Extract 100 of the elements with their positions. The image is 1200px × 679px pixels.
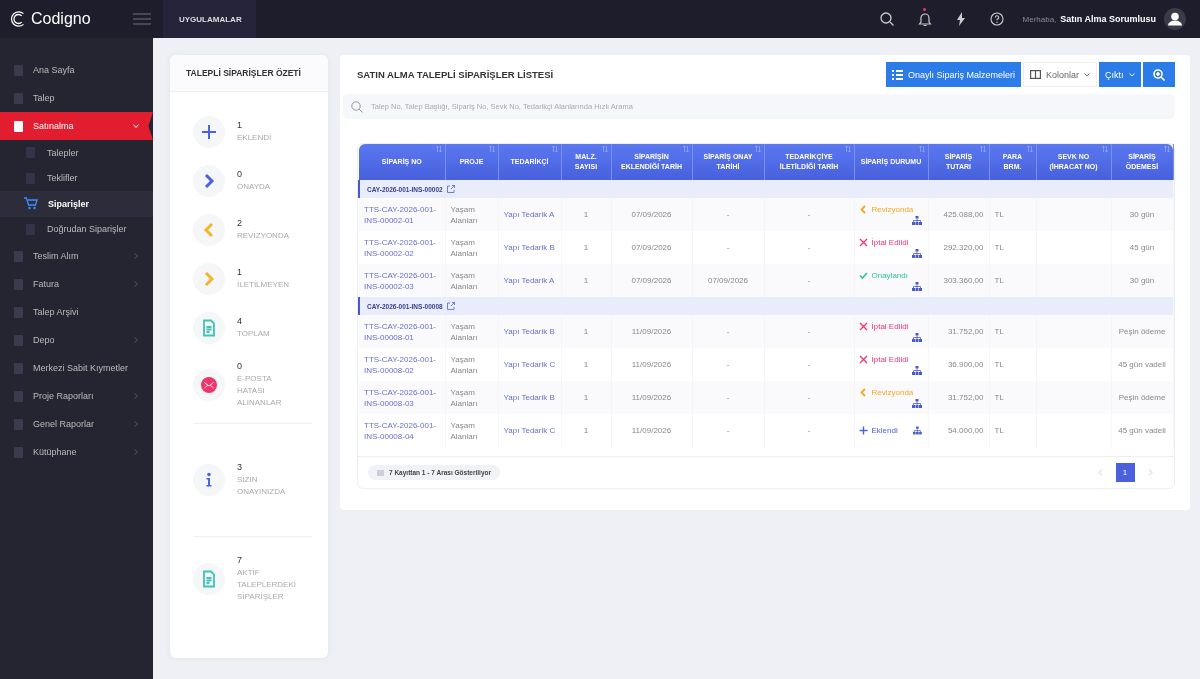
order-link[interactable]: TTS-CAY-2026-001-INS-00002-02: [364, 236, 440, 259]
nav-item[interactable]: Ana Sayfa: [0, 56, 153, 84]
hierarchy-icon[interactable]: [912, 426, 922, 435]
table-cell: 425.088,00: [928, 198, 989, 231]
table-cell: -: [764, 264, 854, 297]
order-link[interactable]: TTS-CAY-2026-001-INS-00008-02: [364, 353, 440, 376]
page-icon: [24, 146, 37, 160]
user-name: Satın Alma Sorumlusu: [1060, 14, 1156, 24]
sort-icon[interactable]: [601, 146, 608, 152]
hierarchy-icon[interactable]: [911, 333, 922, 342]
external-link-icon[interactable]: [446, 185, 455, 193]
table-cell: -: [764, 381, 854, 414]
page-icon: [12, 305, 25, 319]
sort-icon[interactable]: [488, 146, 495, 152]
table-cell: Yaşam Alanları: [445, 264, 498, 297]
table-cell: TL: [989, 198, 1036, 231]
nav-item[interactable]: Genel Raporlar: [0, 410, 153, 438]
nav-item[interactable]: Depo: [0, 326, 153, 354]
columns-button[interactable]: Kolonlar: [1022, 62, 1097, 87]
status-label: İptal Edildi: [858, 354, 909, 365]
avatar-icon[interactable]: [1164, 8, 1186, 30]
supplier-link[interactable]: Yapı Tedarik C: [503, 425, 556, 436]
table-cell: 30 gün: [1111, 264, 1173, 297]
page-icon: [12, 249, 25, 263]
nav-item[interactable]: Teslim Alım: [0, 242, 153, 270]
columns-icon: [1029, 70, 1041, 79]
page-icon: [12, 417, 25, 431]
page-icon: [12, 361, 25, 375]
nav-item[interactable]: Fatura: [0, 270, 153, 298]
count-text: 4: [237, 316, 243, 326]
nav-item[interactable]: Satınalma: [0, 112, 153, 140]
nav-item[interactable]: Kütüphane: [0, 438, 153, 466]
sort-icon[interactable]: [1026, 146, 1033, 152]
sort-icon[interactable]: [1101, 146, 1108, 152]
cross-icon: [858, 238, 868, 247]
page-icon: [12, 389, 25, 403]
order-link[interactable]: TTS-CAY-2026-001-INS-00008-04: [364, 419, 440, 442]
table-cell: 303.360,00: [928, 264, 989, 297]
table-cell: -: [764, 315, 854, 348]
page-icon: [12, 91, 25, 105]
sort-icon[interactable]: [754, 146, 761, 152]
page-icon: [12, 333, 25, 347]
zoom-button[interactable]: [1142, 62, 1175, 87]
external-link-icon[interactable]: [446, 302, 455, 310]
status-label: Revizyonda: [858, 387, 914, 398]
table-cell: -: [692, 198, 764, 231]
nav-subitem[interactable]: Siparişler: [0, 191, 153, 217]
page-icon: [24, 171, 37, 185]
status-label: Revizyonda: [858, 204, 914, 215]
approved-materials-button[interactable]: Onaylı Sipariş Malzemeleri: [885, 62, 1021, 87]
nav-item[interactable]: Talep: [0, 84, 153, 112]
hierarchy-icon[interactable]: [911, 399, 922, 408]
table-cell: -: [764, 198, 854, 231]
table-cell: -: [692, 315, 764, 348]
nav-item[interactable]: Merkezi Sabit Kıymetler: [0, 354, 153, 382]
sort-icon[interactable]: [1163, 146, 1170, 152]
count-text: 7: [237, 555, 243, 565]
chevron-left-icon: [858, 205, 868, 214]
output-button[interactable]: Çıktı: [1099, 62, 1141, 87]
table-cell: 31.752,00: [928, 381, 989, 414]
list-icon: [891, 69, 903, 80]
count-text: 2: [237, 218, 243, 228]
chevron-left-icon: [1097, 469, 1103, 476]
table-cell: 1: [561, 315, 611, 348]
sort-icon[interactable]: [844, 146, 851, 152]
count-text: 1: [237, 120, 243, 130]
cart-icon: [24, 197, 38, 211]
table-cell: Yaşam Alanları: [445, 198, 498, 231]
sort-icon[interactable]: [918, 146, 925, 152]
sort-icon[interactable]: [682, 146, 689, 152]
nav-item[interactable]: Proje Raporları: [0, 382, 153, 410]
hierarchy-icon[interactable]: [911, 249, 922, 258]
table-cell: 11/09/2026: [611, 315, 692, 348]
nav-item[interactable]: Talep Arşivi: [0, 298, 153, 326]
page-icon: [24, 222, 37, 236]
sort-icon[interactable]: [979, 146, 986, 152]
hierarchy-icon[interactable]: [911, 282, 922, 291]
sort-icon[interactable]: [551, 146, 558, 152]
greeting-text: Merhaba,: [1022, 14, 1057, 24]
table-cell: TL: [989, 315, 1036, 348]
nav-subitem[interactable]: Teklifler: [0, 165, 153, 191]
supplier-link[interactable]: Yapı Tedarik C: [503, 359, 556, 370]
table-cell: Peşin ödeme: [1111, 381, 1173, 414]
apps-menu[interactable]: UYGULAMALAR: [163, 0, 256, 38]
hierarchy-icon[interactable]: [911, 216, 922, 225]
status-label: Onaylandı: [858, 270, 908, 281]
table-cell: Yaşam Alanları: [445, 381, 498, 414]
nav-subitem[interactable]: Doğrudan Siparişler: [0, 216, 153, 242]
sort-icon[interactable]: [435, 146, 442, 152]
supplier-link[interactable]: Yapı Tedarik B: [503, 242, 556, 253]
nav-subitem[interactable]: Talepler: [0, 140, 153, 166]
count-text: 0: [237, 361, 243, 371]
count-text: 0: [237, 169, 243, 179]
brand-name: Codigno: [31, 10, 91, 28]
table-cell: TL: [989, 414, 1036, 447]
table-cell: Peşin ödeme: [1111, 315, 1173, 348]
page-button[interactable]: 1: [1115, 463, 1135, 482]
status-label: İptal Edildi: [858, 321, 909, 332]
hierarchy-icon[interactable]: [911, 366, 922, 375]
status-label: Eklendi: [858, 425, 898, 436]
